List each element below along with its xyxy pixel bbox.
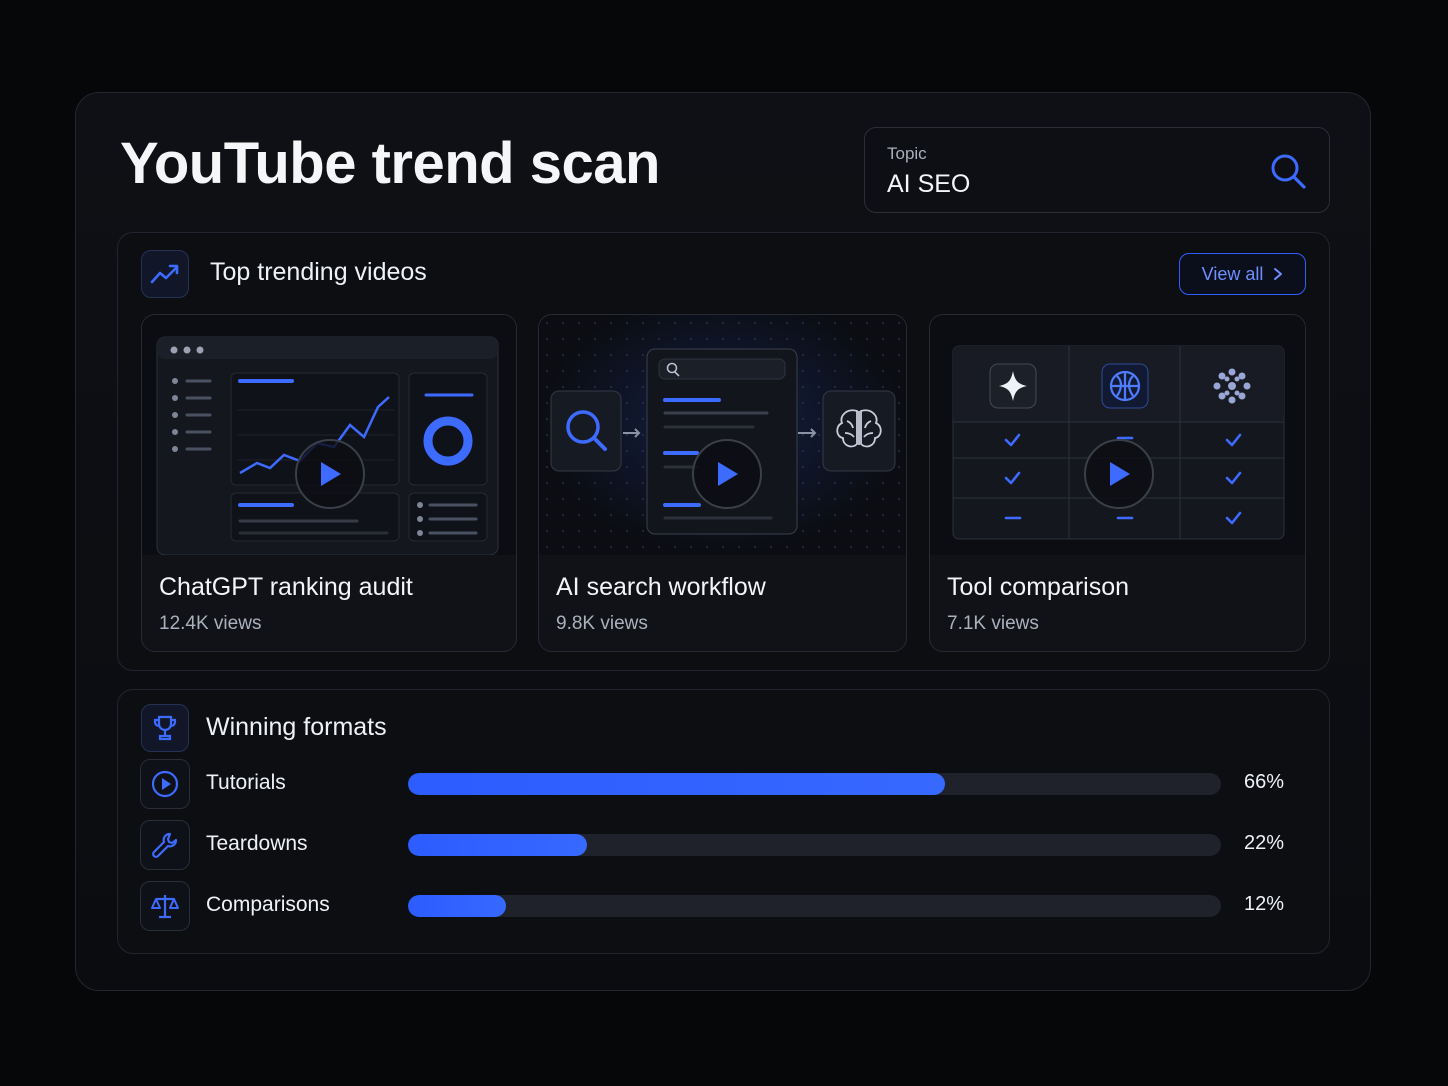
chevron-right-icon — [1274, 268, 1283, 280]
format-label: Comparisons — [206, 893, 330, 916]
format-progress-bar — [408, 773, 1221, 795]
format-progress-fill — [408, 773, 945, 795]
video-views: 7.1K views — [947, 613, 1039, 634]
format-progress-bar — [408, 895, 1221, 917]
play-circle-icon — [140, 759, 190, 809]
format-percent: 22% — [1243, 832, 1284, 854]
play-icon — [1110, 462, 1130, 486]
play-button[interactable] — [1084, 439, 1154, 509]
trophy-icon — [141, 704, 189, 752]
format-row: Comparisons 12% — [140, 881, 1290, 931]
format-label: Teardowns — [206, 832, 308, 855]
play-icon — [718, 462, 738, 486]
video-card[interactable]: ChatGPT ranking audit 12.4K views — [141, 314, 517, 652]
topic-search-field[interactable]: Topic AI SEO — [864, 127, 1330, 213]
format-label: Tutorials — [206, 771, 286, 794]
search-icon[interactable] — [1269, 152, 1307, 190]
view-all-button[interactable]: View all — [1179, 253, 1306, 295]
format-percent: 66% — [1243, 771, 1284, 793]
video-thumbnail[interactable] — [930, 315, 1305, 555]
view-all-label: View all — [1201, 263, 1264, 284]
video-card[interactable]: Tool comparison 7.1K views — [929, 314, 1306, 652]
play-button[interactable] — [295, 439, 365, 509]
format-progress-fill — [408, 834, 587, 856]
trending-up-icon — [141, 250, 189, 298]
topic-value[interactable]: AI SEO — [887, 170, 970, 199]
video-views: 9.8K views — [556, 613, 648, 634]
format-progress-fill — [408, 895, 506, 917]
video-views: 12.4K views — [159, 613, 262, 634]
format-row: Teardowns 22% — [140, 820, 1290, 870]
scale-icon — [140, 881, 190, 931]
trending-section-title: Top trending videos — [210, 258, 427, 286]
play-button[interactable] — [692, 439, 762, 509]
page-title: YouTube trend scan — [120, 131, 660, 196]
video-thumbnail[interactable] — [539, 315, 906, 555]
video-thumbnail[interactable] — [142, 315, 516, 555]
video-title[interactable]: AI search workflow — [556, 573, 766, 602]
formats-section-title: Winning formats — [206, 713, 387, 741]
topic-label: Topic — [887, 144, 927, 163]
format-row: Tutorials 66% — [140, 759, 1290, 809]
video-card[interactable]: AI search workflow 9.8K views — [538, 314, 907, 652]
play-icon — [321, 462, 341, 486]
format-progress-bar — [408, 834, 1221, 856]
video-title[interactable]: ChatGPT ranking audit — [159, 573, 413, 602]
video-title[interactable]: Tool comparison — [947, 573, 1129, 602]
wrench-icon — [140, 820, 190, 870]
format-percent: 12% — [1243, 893, 1284, 915]
